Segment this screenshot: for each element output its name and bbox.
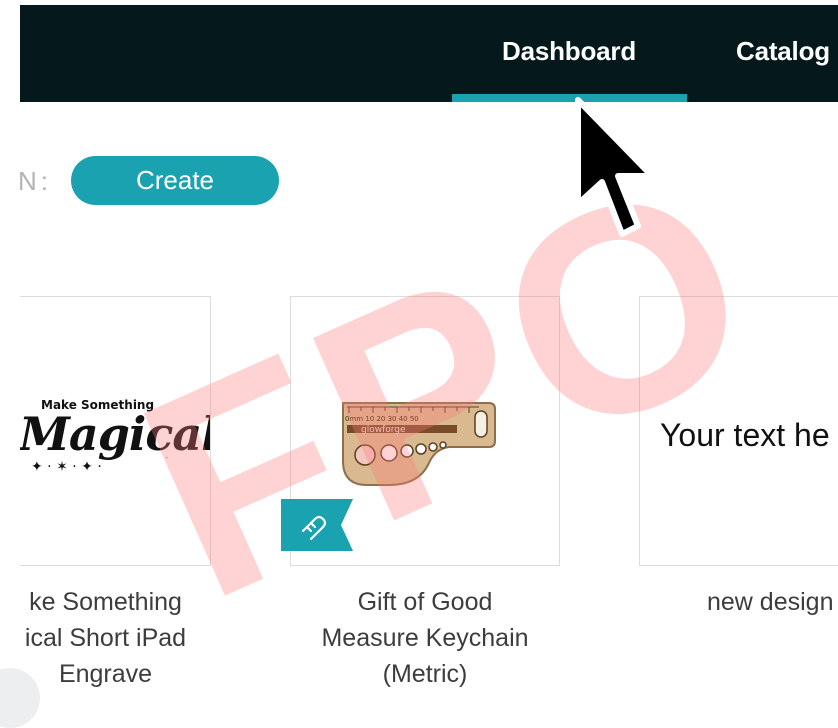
art-big-text: Magical — [19, 407, 211, 461]
keychain-image-icon: 0mm 10 20 30 40 50 glowforge — [342, 402, 496, 486]
caption-line: Measure Keychain — [321, 624, 529, 652]
design-caption-new[interactable]: new design — [639, 584, 838, 620]
ruler-ribbon-icon — [281, 499, 353, 551]
top-navigation-bar: Dashboard Catalog — [0, 0, 838, 102]
svg-text:0mm 10 20 30 40 50: 0mm 10 20 30 40 50 — [345, 415, 419, 423]
design-section-label: N: — [18, 166, 52, 196]
page-left-margin — [0, 0, 20, 715]
create-button[interactable]: Create — [71, 156, 279, 205]
design-card-magical[interactable]: Make Something Magical ✦ · ✶ · ✦ · ✦ — [0, 296, 211, 566]
design-card-new[interactable]: Your text he — [639, 296, 838, 566]
svg-text:✦: ✦ — [161, 457, 173, 463]
caption-line: ical Short iPad — [24, 624, 187, 652]
top-strip — [0, 0, 838, 5]
caption-line: (Metric) — [382, 660, 468, 688]
svg-text:glowforge: glowforge — [361, 425, 406, 435]
mouse-cursor-icon — [575, 97, 655, 237]
caption-line: ke Something — [29, 588, 182, 616]
caption-line: Gift of Good — [357, 588, 493, 616]
design-caption-keychain[interactable]: Gift of Good Measure Keychain (Metric) — [290, 584, 560, 692]
nav-tab-dashboard[interactable]: Dashboard — [502, 36, 636, 67]
card-preview-text: Your text he — [660, 417, 830, 453]
sparkle-decoration-icon: ✦ · ✶ · ✦ · ✦ — [31, 457, 173, 475]
svg-text:✦ · ✶ · ✦ ·: ✦ · ✶ · ✦ · — [31, 459, 102, 475]
design-caption-magical[interactable]: ke Something ical Short iPad Engrave — [0, 584, 211, 692]
nav-tab-catalog[interactable]: Catalog — [736, 36, 830, 67]
